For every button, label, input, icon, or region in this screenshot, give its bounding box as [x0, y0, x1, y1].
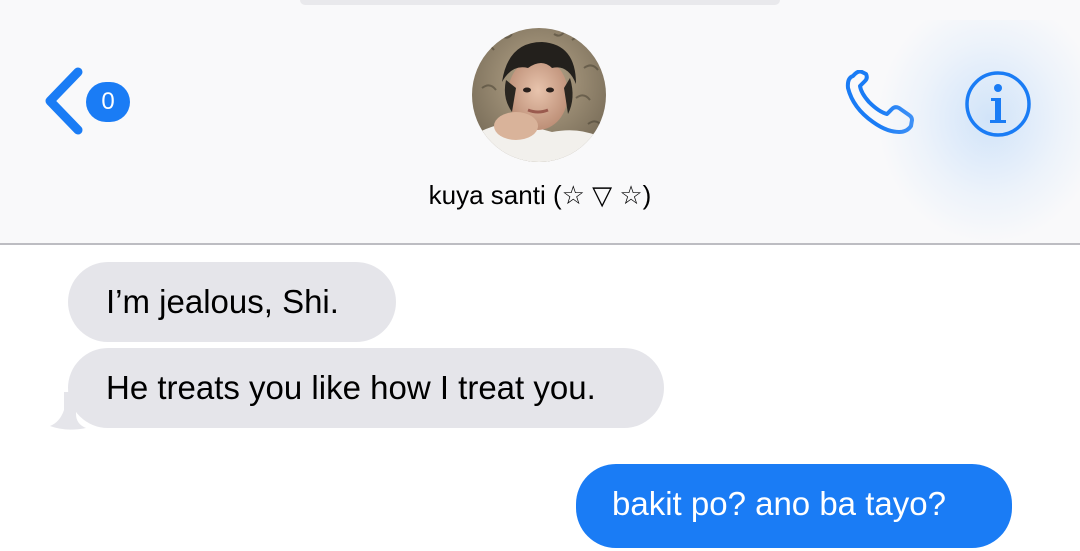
contact-name[interactable]: kuya santi (☆ ▽ ☆)	[340, 180, 740, 211]
chevron-left-icon	[45, 67, 83, 135]
message-bubble[interactable]: I’m jealous, Shi.	[68, 262, 396, 342]
message-text: He treats you like how I treat you.	[106, 369, 596, 406]
info-icon[interactable]	[964, 70, 1032, 138]
chat-screen: 0 kuya santi (☆ ▽ ☆) I’m jealous, Shi. H…	[0, 0, 1080, 551]
message-bubble[interactable]: bakit po? ano ba tayo?	[576, 464, 1012, 548]
back-button[interactable]: 0	[38, 64, 138, 138]
status-bar-edge	[300, 0, 780, 5]
message-text: bakit po? ano ba tayo?	[612, 485, 946, 522]
avatar[interactable]	[472, 28, 606, 162]
message-bubble[interactable]: He treats you like how I treat you.	[68, 348, 664, 428]
conversation-header: 0 kuya santi (☆ ▽ ☆)	[0, 0, 1080, 245]
unread-count-badge: 0	[86, 82, 130, 122]
message-text: I’m jealous, Shi.	[106, 283, 339, 320]
contact-photo	[472, 28, 606, 162]
incoming-bubble-tail	[50, 392, 86, 430]
